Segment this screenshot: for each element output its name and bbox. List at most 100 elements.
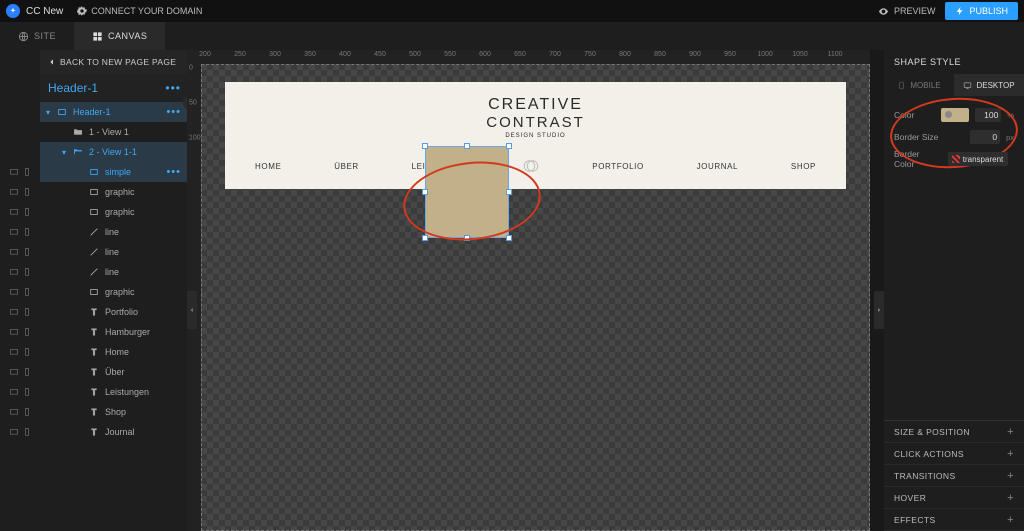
layer-row[interactable]: graphic [40,282,187,302]
device-visibility-toggle[interactable] [0,182,40,202]
layer-row[interactable]: graphic [40,182,187,202]
collapse-left-button[interactable] [187,291,197,329]
text-icon [88,367,100,377]
layer-row[interactable]: Journal [40,422,187,442]
layer-row[interactable]: line [40,222,187,242]
line-icon [88,267,100,277]
layer-label: line [105,227,119,237]
layer-row[interactable]: line [40,262,187,282]
resize-handle-tm[interactable] [464,143,470,149]
disclosure-icon[interactable]: ▾ [46,108,54,117]
device-visibility-toggle[interactable] [0,242,40,262]
ruler-tick: 300 [269,51,281,58]
connect-domain-label: CONNECT YOUR DOMAIN [91,6,202,16]
color-opacity-field[interactable]: 100 [975,108,1001,122]
layer-menu-button[interactable]: ••• [166,166,181,178]
layer-row[interactable]: ▾2 - View 1-1 [40,142,187,162]
resize-handle-ml[interactable] [422,189,428,195]
accordion-size-position[interactable]: SIZE & POSITION+ [884,421,1024,443]
disclosure-icon[interactable]: ▾ [62,148,70,157]
tab-desktop[interactable]: DESKTOP [954,74,1024,96]
layer-row[interactable]: Hamburger [40,322,187,342]
color-swatch[interactable] [941,108,969,122]
preview-button[interactable]: PREVIEW [878,6,936,17]
nav-journal[interactable]: JOURNAL [697,162,739,171]
page-name-label: Header-1 [48,81,98,95]
desktop-icon [9,427,19,437]
layer-row[interactable]: Leistungen [40,382,187,402]
nav-uber[interactable]: ÜBER [334,162,359,171]
layer-row[interactable]: graphic [40,202,187,222]
resize-handle-mr[interactable] [506,189,512,195]
text-icon [88,427,100,437]
tab-canvas[interactable]: CANVAS [74,22,165,50]
ruler-tick: 100 [189,135,201,142]
sparkle-icon [9,7,17,15]
nav-shop[interactable]: SHOP [791,162,816,171]
text-icon [88,327,100,337]
layer-row[interactable]: ▾Header-1••• [40,102,187,122]
brand-mark-icon [522,157,540,175]
resize-handle-tr[interactable] [506,143,512,149]
device-visibility-toggle[interactable] [0,322,40,342]
layer-menu-button[interactable]: ••• [166,106,181,118]
mobile-icon [22,427,32,437]
text-icon [88,347,100,357]
page-menu-button[interactable]: ••• [165,81,181,95]
border-color-swatch[interactable]: transparent [948,152,1008,166]
mobile-icon [22,187,32,197]
mobile-icon [22,267,32,277]
device-visibility-toggle[interactable] [0,202,40,222]
desktop-icon [9,267,19,277]
publish-button[interactable]: PUBLISH [945,2,1018,20]
nav-home[interactable]: HOME [255,162,281,171]
ruler-tick: 650 [514,51,526,58]
device-visibility-toggle[interactable] [0,382,40,402]
layer-label: line [105,267,119,277]
device-visibility-toggle[interactable] [0,222,40,242]
device-visibility-toggle[interactable] [0,342,40,362]
layer-row[interactable]: Über [40,362,187,382]
border-size-field[interactable]: 0 [970,130,1000,144]
device-visibility-toggle[interactable] [0,362,40,382]
mobile-icon [22,287,32,297]
resize-handle-bm[interactable] [464,235,470,241]
layer-row[interactable]: Portfolio [40,302,187,322]
resize-handle-tl[interactable] [422,143,428,149]
mobile-icon [22,307,32,317]
page-name-field[interactable]: Header-1 ••• [40,74,187,102]
device-visibility-toggle[interactable] [0,262,40,282]
back-button[interactable]: BACK TO NEW PAGE PAGE [40,50,187,74]
resize-handle-br[interactable] [506,235,512,241]
plus-icon: + [1007,492,1014,504]
rect-icon [88,207,100,217]
layer-row[interactable]: Home [40,342,187,362]
layer-row[interactable]: 1 - View 1 [40,122,187,142]
mobile-icon [22,207,32,217]
tab-site[interactable]: SITE [0,22,74,50]
app-logo [6,4,20,18]
accordion-hover[interactable]: HOVER+ [884,487,1024,509]
layer-row[interactable]: line [40,242,187,262]
accordion-click-actions[interactable]: CLICK ACTIONS+ [884,443,1024,465]
layer-label: Leistungen [105,387,149,397]
device-visibility-toggle[interactable] [0,282,40,302]
chevron-right-icon [876,305,882,315]
desktop-icon [9,247,19,257]
device-visibility-toggle[interactable] [0,302,40,322]
accordion-effects[interactable]: EFFECTS+ [884,509,1024,531]
nav-portfolio[interactable]: PORTFOLIO [592,162,643,171]
device-visibility-toggle[interactable] [0,422,40,442]
accordion-transitions[interactable]: TRANSITIONS+ [884,465,1024,487]
selected-shape[interactable] [425,146,509,238]
collapse-right-button[interactable] [874,291,884,329]
tab-mobile[interactable]: MOBILE [884,74,954,96]
resize-handle-bl[interactable] [422,235,428,241]
device-visibility-toggle[interactable] [0,402,40,422]
canvas-stage[interactable]: CREATIVE CONTRAST DESIGN STUDIO HOME ÜBE… [201,64,870,531]
connect-domain-button[interactable]: CONNECT YOUR DOMAIN [77,6,202,16]
line-icon [88,227,100,237]
layer-row[interactable]: Shop [40,402,187,422]
device-visibility-toggle[interactable] [0,162,40,182]
layer-row[interactable]: simple••• [40,162,187,182]
